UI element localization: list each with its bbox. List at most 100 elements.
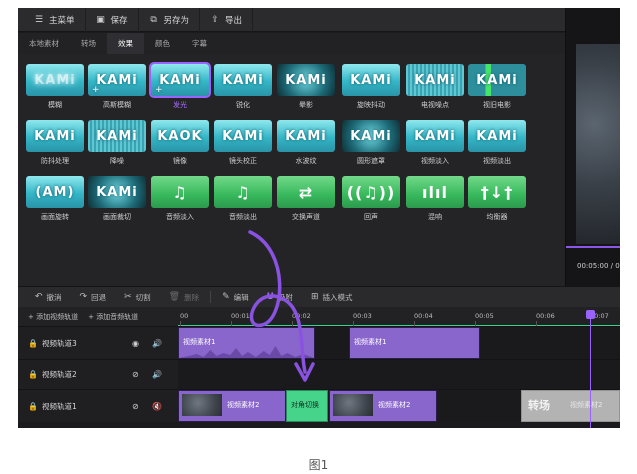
delete-label: 删除	[184, 292, 200, 302]
edit-label: 编辑	[233, 292, 249, 302]
lock-icon[interactable]: 🔒	[28, 370, 42, 379]
effect-thumbnail: KAMi	[468, 120, 526, 152]
effect-item[interactable]: KAMi 防抖处理	[26, 120, 84, 166]
dragging-clip-ghost: 转场 视频素材2	[521, 390, 620, 422]
add-video-track-button[interactable]: + 添加视频轨道	[28, 312, 78, 322]
track-name: 视频轨道2	[42, 370, 77, 379]
redo-icon: ↷	[79, 292, 88, 302]
effect-thumbnail: KAMi +	[88, 64, 146, 96]
effect-thumb-text: KAMi	[222, 128, 264, 144]
effects-grid: KAMi 模糊 KAMi + 高斯模糊 KAMi + 发光 KAMi 锐化 KAMi 晕影 KAMi 旋映…	[18, 54, 565, 292]
effect-item[interactable]: KAMi 视旧电影	[468, 64, 526, 110]
effect-item[interactable]: ♫ 音频淡出	[214, 176, 272, 222]
redo-button[interactable]: ↷ 回退	[71, 287, 116, 308]
timeline-ruler[interactable]: 00 00:01 00:02 00:03 00:04 00:05 00:06 00:07	[178, 307, 620, 326]
effect-item[interactable]: KAMi 水波纹	[277, 120, 335, 166]
effect-item[interactable]: ⇄ 交换声道	[277, 176, 335, 222]
insert-mode-button[interactable]: ⊞ 插入模式	[302, 287, 362, 308]
effect-item[interactable]: KAMi 模糊	[26, 64, 84, 110]
audio-clip[interactable]: 视频素材1	[349, 327, 480, 359]
effect-item[interactable]: †↓† 均衡器	[468, 176, 526, 222]
effect-item[interactable]: KAMi 视频淡出	[468, 120, 526, 166]
speaker-icon[interactable]: 🔊	[152, 370, 162, 379]
effect-thumbnail: ((♫))	[342, 176, 400, 208]
add-audio-track-label: 添加音频轨道	[96, 312, 139, 321]
effect-thumbnail: KAMi +	[149, 62, 211, 98]
effect-thumbnail: †↓†	[468, 176, 526, 208]
effect-thumbnail: KAMi	[88, 120, 146, 152]
tab-local-media[interactable]: 本地素材	[18, 33, 70, 54]
tab-effects[interactable]: 效果	[107, 33, 144, 54]
undo-button[interactable]: ↶ 撤消	[26, 287, 71, 308]
speaker-icon[interactable]: 🔊	[152, 339, 162, 348]
figure-caption: 图1	[308, 458, 329, 472]
effect-item[interactable]: KAMi 晕影	[277, 64, 335, 110]
eye-hidden-icon[interactable]: ⊘	[132, 370, 152, 379]
effect-item[interactable]: KAMi 锐化	[214, 64, 272, 110]
transition-clip[interactable]: 对角切换	[286, 390, 328, 422]
add-video-track-label: 添加视频轨道	[36, 312, 79, 321]
add-effect-icon[interactable]: +	[92, 85, 101, 95]
delete-button[interactable]: 🗑 删除	[160, 287, 208, 308]
effect-item[interactable]: KAMi 视频淡入	[406, 120, 464, 166]
effect-thumb-text: KAMi	[96, 128, 138, 144]
main-menu-button[interactable]: ☰ 主菜单	[24, 8, 86, 32]
effect-label: 画面旋转	[41, 213, 69, 221]
audio-clip[interactable]: 视频素材1	[178, 327, 315, 359]
effect-label: 音频淡出	[229, 213, 257, 221]
clip-label: 视频素材1	[354, 338, 387, 346]
save-button[interactable]: ▣ 保存	[86, 8, 139, 32]
effect-thumbnail: KAMi	[214, 120, 272, 152]
lock-icon[interactable]: 🔒	[28, 402, 42, 411]
effect-label: 画面裁切	[103, 213, 131, 221]
export-icon: ⇪	[211, 14, 219, 25]
effect-item[interactable]: KAMi + 高斯模糊	[88, 64, 146, 110]
save-as-button[interactable]: ⧉ 另存为	[139, 8, 201, 32]
effect-item[interactable]: (AM) 画面旋转	[26, 176, 84, 222]
tab-color[interactable]: 颜色	[144, 33, 181, 54]
eye-hidden-icon[interactable]: ⊘	[132, 402, 152, 411]
effect-label: 防抖处理	[41, 157, 69, 165]
effect-item[interactable]: ılıl 混响	[406, 176, 464, 222]
preview-progress-bar[interactable]	[566, 246, 620, 248]
tab-subtitles[interactable]: 字幕	[181, 33, 218, 54]
effect-item[interactable]: KAMi 旋映抖动	[342, 64, 400, 110]
effect-thumb-text: ♫	[235, 182, 251, 202]
effect-item[interactable]: KAMi + 发光	[149, 62, 211, 110]
effect-label: 发光	[173, 101, 187, 109]
magnet-snap-button[interactable]: U 吸附	[258, 287, 302, 308]
eye-icon[interactable]: ◉	[132, 339, 152, 348]
transition-label: 对角切换	[291, 401, 319, 409]
export-button[interactable]: ⇪ 导出	[200, 8, 254, 32]
cut-button[interactable]: ✂ 切割	[115, 287, 160, 308]
effect-item[interactable]: ((♫)) 回声	[342, 176, 400, 222]
effect-thumb-text: KAMi	[222, 72, 264, 88]
playhead-line[interactable]	[590, 311, 591, 428]
effect-thumb-text: KAMi	[34, 128, 76, 144]
clip-thumbnail	[182, 394, 222, 416]
add-effect-icon[interactable]: +	[155, 85, 164, 95]
ruler-tick-label: 00:04	[414, 312, 433, 320]
effect-item[interactable]: KAMi 画面裁切	[88, 176, 146, 222]
edit-button[interactable]: ✎ 编辑	[213, 287, 258, 308]
top-menu-bar: ☰ 主菜单 ▣ 保存 ⧉ 另存为 ⇪ 导出	[18, 8, 565, 32]
effect-item[interactable]: KAMi 降噪	[88, 120, 146, 166]
speaker-muted-icon[interactable]: 🔇	[152, 402, 162, 411]
tab-transitions[interactable]: 转场	[70, 33, 107, 54]
track-lane-video1: 视频素材2 对角切换 视频素材2 转场 视频素材2	[178, 389, 620, 422]
video-clip[interactable]: 视频素材2	[329, 390, 437, 422]
add-audio-track-button[interactable]: + 添加音频轨道	[88, 312, 138, 322]
effect-item[interactable]: ♫ 音频淡入	[151, 176, 209, 222]
effect-item[interactable]: KAMi 圆形遮罩	[342, 120, 400, 166]
effect-item[interactable]: KAOK 镜像	[151, 120, 209, 166]
effect-item[interactable]: KAMi 电视噪点	[406, 64, 464, 110]
ruler-tick-label: 00	[180, 312, 189, 320]
effect-thumbnail: KAMi	[277, 64, 335, 96]
effect-item[interactable]: KAMi 镜头校正	[214, 120, 272, 166]
track-controls-row: + 添加视频轨道 + 添加音频轨道	[18, 307, 178, 326]
video-clip[interactable]: 视频素材2	[178, 390, 286, 422]
effect-thumb-text: KAOK	[157, 128, 203, 144]
effect-thumbnail: KAMi	[406, 120, 464, 152]
effect-label: 旋映抖动	[357, 101, 385, 109]
lock-icon[interactable]: 🔒	[28, 339, 42, 348]
